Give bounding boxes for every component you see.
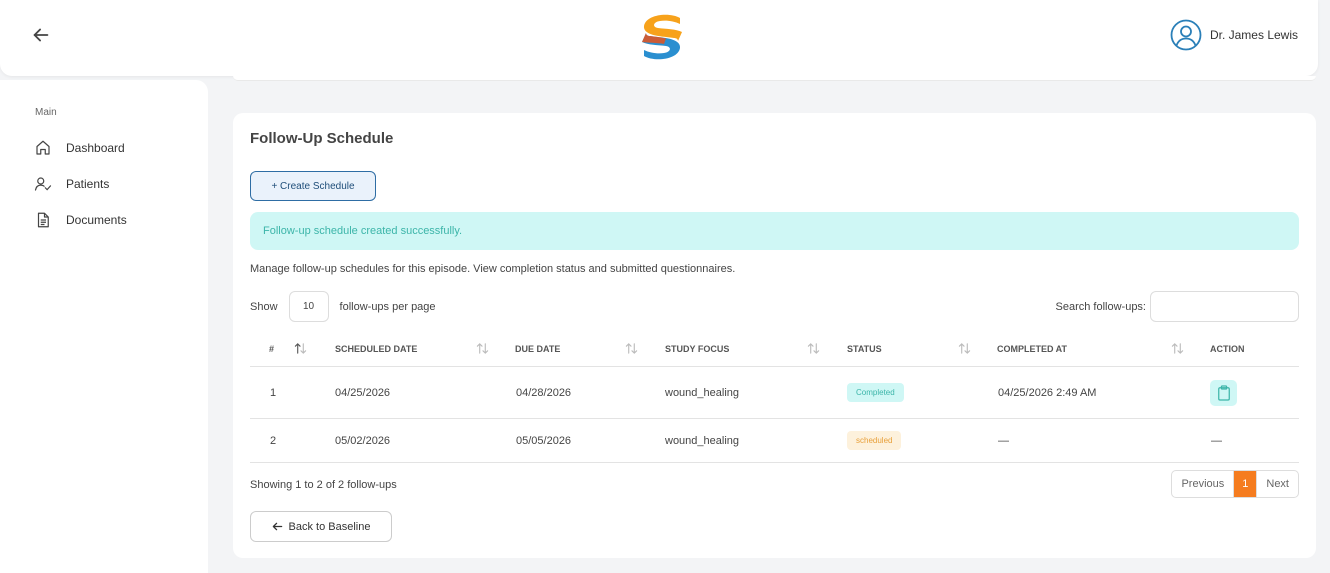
sidebar-item-patients[interactable]: Patients [34, 175, 109, 193]
top-header: Dr. James Lewis [0, 0, 1318, 76]
sidebar-item-label: Documents [66, 213, 127, 227]
top-card-strip [233, 76, 1316, 81]
sort-icon[interactable] [807, 342, 820, 355]
user-menu[interactable]: Dr. James Lewis [1170, 19, 1298, 51]
column-header-status[interactable]: STATUS [847, 344, 882, 354]
table-row: 1 04/25/2026 04/28/2026 wound_healing Co… [250, 367, 1299, 419]
follow-up-table: # SCHEDULED DATE DUE DATE STUDY FOCUS ST… [250, 331, 1299, 463]
sidebar-section-label: Main [35, 107, 57, 118]
column-header-due-date[interactable]: DUE DATE [515, 344, 560, 354]
create-schedule-button[interactable]: + Create Schedule [250, 171, 376, 201]
clipboard-icon [1217, 384, 1230, 401]
arrow-left-icon [272, 522, 282, 531]
cell-scheduled-date: 04/25/2026 [335, 386, 391, 399]
column-header-action: ACTION [1210, 343, 1245, 354]
sidebar-item-dashboard[interactable]: Dashboard [34, 139, 125, 157]
cell-scheduled-date: 05/02/2026 [335, 434, 391, 447]
page-1-button[interactable]: 1 [1234, 471, 1257, 497]
column-header-study-focus[interactable]: STUDY FOCUS [665, 344, 729, 354]
per-page-label: follow-ups per page [339, 300, 436, 313]
cell-number: 2 [270, 434, 277, 447]
cell-due-date: 04/28/2026 [516, 386, 572, 399]
status-badge: Completed [847, 383, 904, 402]
description-text: Manage follow-up schedules for this epis… [250, 263, 736, 275]
table-row: 2 05/02/2026 05/05/2026 wound_healing sc… [250, 419, 1299, 463]
column-header-completed-at[interactable]: COMPLETED AT [997, 344, 1067, 354]
cell-study-focus: wound_healing [665, 386, 740, 399]
sort-icon[interactable] [625, 342, 638, 355]
column-header-scheduled-date[interactable]: SCHEDULED DATE [335, 344, 417, 354]
sort-icon[interactable] [1171, 342, 1184, 355]
logo-icon[interactable] [636, 12, 688, 62]
cell-study-focus: wound_healing [665, 434, 740, 447]
document-icon [37, 212, 49, 228]
page-title: Follow-Up Schedule [250, 130, 394, 147]
sidebar-item-label: Patients [66, 177, 110, 191]
sort-icon[interactable] [476, 342, 489, 355]
cell-completed-at: — [998, 434, 1009, 447]
follow-up-card: Follow-Up Schedule + Create Schedule Fol… [233, 113, 1316, 558]
success-alert: Follow-up schedule created successfully. [250, 212, 1299, 250]
showing-info: Showing 1 to 2 of 2 follow-ups [250, 479, 397, 491]
back-arrow-icon[interactable] [30, 24, 52, 46]
cell-due-date: 05/05/2026 [516, 434, 572, 447]
page-size-control: Show 10 follow-ups per page [250, 291, 436, 322]
user-name: Dr. James Lewis [1209, 28, 1298, 42]
show-label: Show [250, 300, 278, 313]
page-size-select[interactable]: 10 [288, 291, 329, 322]
sidebar: Main Dashboard Patients Documents [0, 80, 208, 573]
view-questionnaire-button[interactable] [1210, 379, 1237, 406]
home-icon [36, 140, 50, 155]
user-avatar-icon[interactable] [1170, 19, 1202, 51]
column-header-number[interactable]: # [269, 344, 274, 354]
sort-asc-icon[interactable] [294, 342, 307, 355]
search-input[interactable] [1150, 291, 1299, 322]
cell-completed-at: 04/25/2026 2:49 AM [998, 386, 1097, 399]
status-badge: scheduled [847, 431, 902, 450]
sidebar-item-documents[interactable]: Documents [34, 211, 127, 229]
cell-action: — [1211, 434, 1222, 447]
back-to-baseline-button[interactable]: Back to Baseline [250, 511, 392, 542]
previous-page-button[interactable]: Previous [1172, 471, 1235, 497]
table-header: # SCHEDULED DATE DUE DATE STUDY FOCUS ST… [250, 331, 1299, 367]
search-label: Search follow-ups: [1055, 300, 1147, 313]
next-page-button[interactable]: Next [1256, 471, 1298, 497]
sort-icon[interactable] [958, 342, 971, 355]
user-check-icon [34, 177, 52, 191]
back-button-label: Back to Baseline [288, 520, 371, 533]
sidebar-item-label: Dashboard [66, 141, 125, 155]
cell-number: 1 [270, 386, 277, 399]
pagination: Previous 1 Next [1171, 470, 1299, 498]
search-control: Search follow-ups: [1055, 291, 1299, 322]
